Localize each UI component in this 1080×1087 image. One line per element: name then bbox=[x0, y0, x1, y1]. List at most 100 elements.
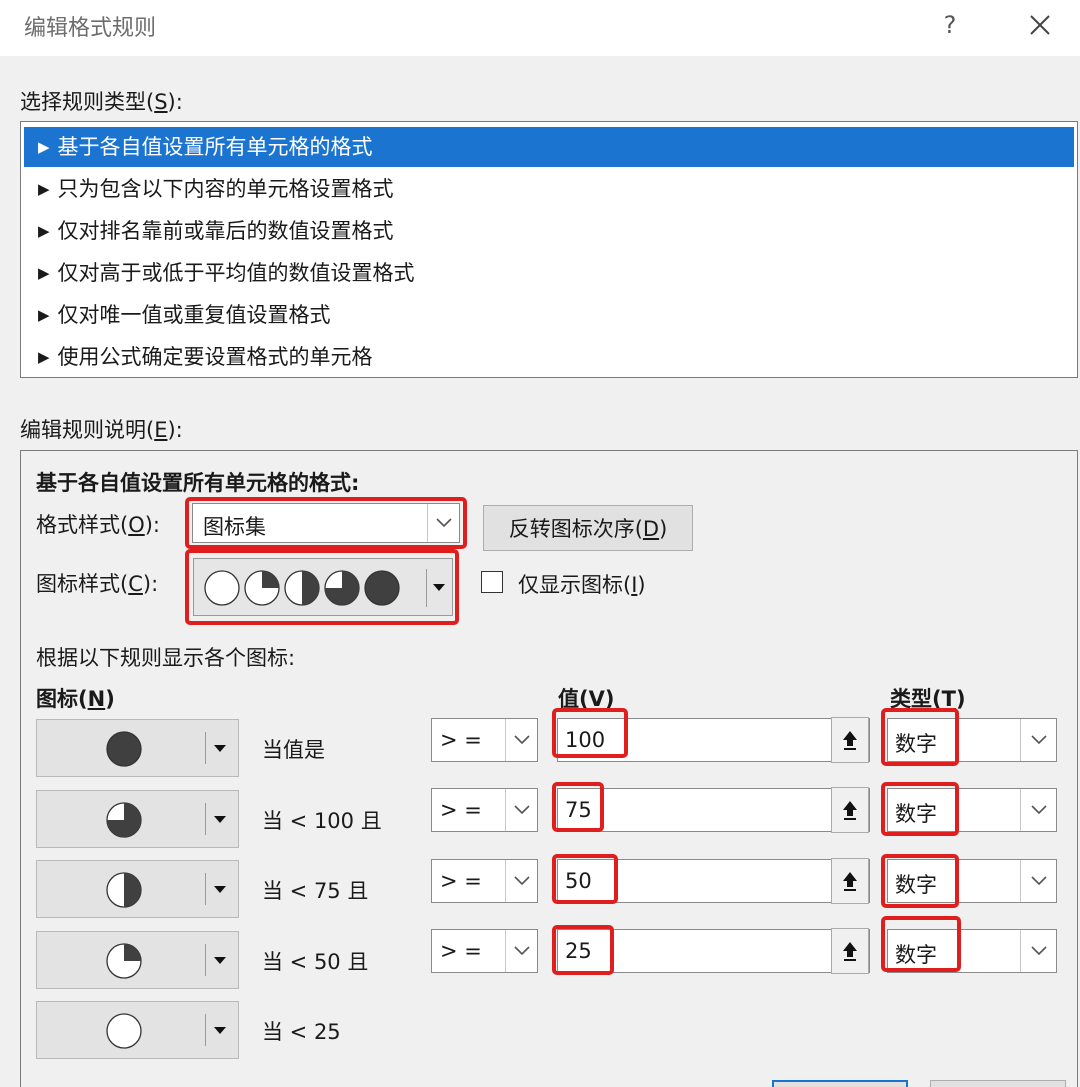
type-dropdown[interactable] bbox=[1020, 930, 1056, 972]
rules-caption: 根据以下规则显示各个图标: bbox=[36, 646, 296, 670]
type-select[interactable]: 数字 bbox=[887, 788, 1057, 832]
help-button[interactable]: ? bbox=[930, 6, 970, 44]
select-range-button[interactable] bbox=[831, 717, 869, 763]
show-icon-only-checkbox[interactable] bbox=[481, 571, 503, 593]
condition-label: 当 < 50 且 bbox=[262, 950, 369, 974]
value-text: 75 bbox=[565, 798, 592, 822]
dropdown-triangle-icon[interactable] bbox=[213, 956, 227, 966]
column-header-value: 值(V) bbox=[558, 687, 615, 711]
operator-dropdown[interactable] bbox=[505, 860, 537, 902]
column-header-icon: 图标(N) bbox=[36, 687, 115, 711]
separator bbox=[205, 944, 206, 976]
icon-style-preview bbox=[204, 570, 400, 606]
separator bbox=[205, 873, 206, 905]
triangle-right-icon: ▶ bbox=[38, 180, 50, 198]
icon-style-label: 图标样式(C): bbox=[36, 572, 159, 596]
operator-value: > = bbox=[440, 728, 482, 752]
chevron-down-icon bbox=[1030, 805, 1047, 815]
circle-empty-icon bbox=[106, 1013, 142, 1049]
select-range-button[interactable] bbox=[831, 858, 869, 904]
separator bbox=[205, 1014, 206, 1046]
value-input[interactable]: 100 bbox=[557, 718, 870, 762]
dropdown-triangle-icon[interactable] bbox=[213, 885, 227, 895]
dropdown-triangle-icon[interactable] bbox=[213, 815, 227, 825]
rule-type-item[interactable]: ▶ 仅对高于或低于平均值的数值设置格式 bbox=[24, 253, 1074, 293]
value-input[interactable]: 50 bbox=[557, 859, 870, 903]
separator bbox=[205, 803, 206, 835]
operator-select[interactable]: > = bbox=[431, 859, 538, 903]
condition-label: 当 < 100 且 bbox=[262, 809, 382, 833]
circle-quarter-icon bbox=[106, 943, 142, 979]
chevron-down-icon bbox=[513, 946, 530, 956]
icon-select[interactable] bbox=[36, 860, 239, 918]
value-input[interactable]: 75 bbox=[557, 788, 870, 832]
type-dropdown[interactable] bbox=[1020, 789, 1056, 831]
select-range-button[interactable] bbox=[831, 787, 869, 833]
reverse-icon-order-button[interactable]: 反转图标次序(D) bbox=[483, 505, 693, 551]
rule-type-item[interactable]: ▶ 使用公式确定要设置格式的单元格 bbox=[24, 337, 1074, 377]
select-range-button[interactable] bbox=[831, 928, 869, 974]
operator-select[interactable]: > = bbox=[431, 929, 538, 973]
chevron-down-icon bbox=[1030, 876, 1047, 886]
rule-type-item[interactable]: ▶ 基于各自值设置所有单元格的格式 bbox=[24, 127, 1074, 167]
close-icon bbox=[1030, 15, 1050, 35]
triangle-right-icon: ▶ bbox=[38, 306, 50, 324]
separator bbox=[426, 569, 427, 607]
type-value: 数字 bbox=[895, 732, 937, 756]
dropdown-triangle-icon[interactable] bbox=[213, 744, 227, 754]
icon-select[interactable] bbox=[36, 931, 239, 989]
dropdown-triangle-icon[interactable] bbox=[213, 1026, 227, 1036]
triangle-right-icon: ▶ bbox=[38, 264, 50, 282]
ok-button[interactable] bbox=[772, 1080, 908, 1087]
rule-type-list[interactable]: ▶ 基于各自值设置所有单元格的格式 ▶ 只为包含以下内容的单元格设置格式 ▶ 仅对排名… bbox=[20, 121, 1078, 378]
arrow-up-icon bbox=[843, 731, 857, 750]
rule-type-item[interactable]: ▶ 仅对排名靠前或靠后的数值设置格式 bbox=[24, 211, 1074, 251]
rule-type-item[interactable]: ▶ 仅对唯一值或重复值设置格式 bbox=[24, 295, 1074, 335]
format-style-value: 图标集 bbox=[203, 515, 266, 539]
rule-type-label: 选择规则类型(S): bbox=[20, 90, 183, 114]
description-heading: 基于各自值设置所有单元格的格式: bbox=[36, 471, 360, 495]
title-bar bbox=[0, 0, 1080, 56]
operator-dropdown[interactable] bbox=[505, 930, 537, 972]
triangle-right-icon: ▶ bbox=[38, 348, 50, 366]
triangle-right-icon: ▶ bbox=[38, 138, 50, 156]
chevron-down-icon bbox=[513, 805, 530, 815]
type-dropdown[interactable] bbox=[1020, 719, 1056, 761]
dialog-title: 编辑格式规则 bbox=[24, 16, 157, 41]
format-style-dropdown[interactable] bbox=[427, 504, 459, 542]
circle-full-icon bbox=[106, 731, 142, 767]
chevron-down-icon bbox=[435, 518, 452, 528]
type-value: 数字 bbox=[895, 802, 937, 826]
condition-label: 当 < 25 bbox=[262, 1020, 341, 1044]
chevron-down-icon bbox=[1030, 735, 1047, 745]
dropdown-triangle-icon[interactable] bbox=[432, 583, 446, 593]
format-style-select[interactable]: 图标集 bbox=[192, 503, 460, 543]
type-value: 数字 bbox=[895, 943, 937, 967]
icon-select[interactable] bbox=[36, 790, 239, 848]
icon-select[interactable] bbox=[36, 1001, 239, 1059]
type-dropdown[interactable] bbox=[1020, 860, 1056, 902]
separator bbox=[205, 732, 206, 764]
type-select[interactable]: 数字 bbox=[887, 859, 1057, 903]
type-select[interactable]: 数字 bbox=[887, 718, 1057, 762]
icon-style-select[interactable] bbox=[193, 558, 453, 616]
circle-three-quarter-icon bbox=[106, 802, 142, 838]
type-select[interactable]: 数字 bbox=[887, 929, 1057, 973]
value-text: 50 bbox=[565, 869, 592, 893]
cancel-button[interactable] bbox=[930, 1080, 1066, 1087]
arrow-up-icon bbox=[843, 801, 857, 820]
column-header-type: 类型(T) bbox=[890, 687, 966, 711]
condition-label: 当 < 75 且 bbox=[262, 879, 369, 903]
rule-type-item[interactable]: ▶ 只为包含以下内容的单元格设置格式 bbox=[24, 169, 1074, 209]
close-button[interactable] bbox=[1020, 6, 1060, 44]
operator-dropdown[interactable] bbox=[505, 789, 537, 831]
format-style-label: 格式样式(O): bbox=[36, 513, 161, 537]
type-value: 数字 bbox=[895, 873, 937, 897]
operator-select[interactable]: > = bbox=[431, 788, 538, 832]
show-icon-only-label: 仅显示图标(I) bbox=[518, 573, 646, 597]
icon-select[interactable] bbox=[36, 719, 239, 777]
condition-label: 当值是 bbox=[262, 738, 325, 762]
operator-select[interactable]: > = bbox=[431, 718, 538, 762]
value-input[interactable]: 25 bbox=[557, 929, 870, 973]
operator-dropdown[interactable] bbox=[505, 719, 537, 761]
